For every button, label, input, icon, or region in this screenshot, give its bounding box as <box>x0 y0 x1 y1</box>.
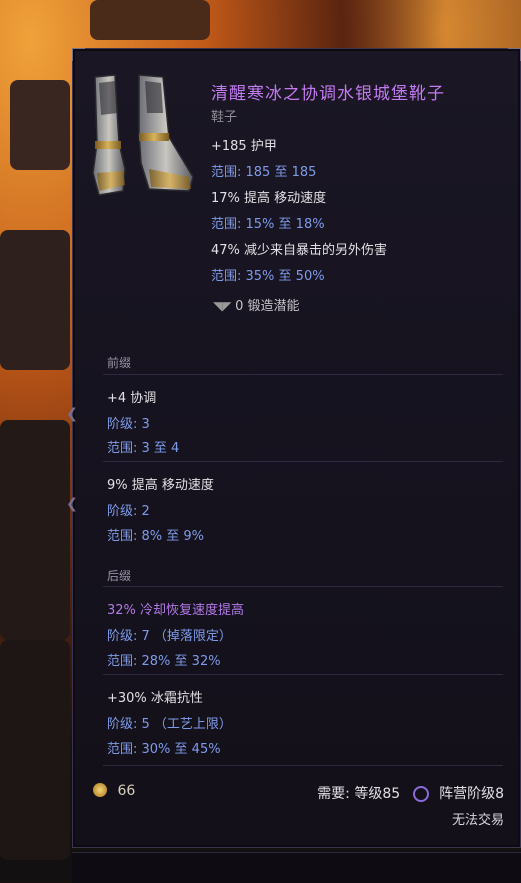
divider <box>103 674 503 675</box>
prefix-affix-name: +4 协调 <box>107 391 157 406</box>
prefix-affix-name: 9% 提高 移动速度 <box>107 478 214 493</box>
anvil-icon: ◥◤ <box>213 299 232 313</box>
background-rock <box>0 230 70 370</box>
suffix-affix-tier: 阶级: 7 （掉落限定） <box>107 629 232 644</box>
level-requirement: 需要: 等级85 <box>317 786 401 802</box>
item-name: 清醒寒冰之协调水银城堡靴子 <box>211 84 445 104</box>
background-rock <box>0 420 70 640</box>
prefix-affix-tier: 阶级: 2 <box>107 504 150 519</box>
panel-corner <box>72 48 85 61</box>
trade-status: 无法交易 <box>451 813 504 828</box>
panel-corner <box>508 48 521 61</box>
background-rock <box>10 80 70 170</box>
suffix-affix-name: +30% 冰霜抗性 <box>107 691 203 706</box>
background-rock <box>90 0 210 40</box>
implicit-stat: 47% 减少来自暴击的另外伤害 <box>211 243 388 258</box>
background-rock <box>0 640 70 860</box>
side-ornament-icon: ❮ <box>66 496 78 512</box>
divider <box>103 586 503 587</box>
requirements: 需要: 等级85 阵营阶级8 <box>317 783 504 803</box>
implicit-stat: +185 护甲 <box>211 139 277 154</box>
implicit-range: 范围: 35% 至 50% <box>211 269 325 284</box>
implicit-range: 范围: 15% 至 18% <box>211 217 325 232</box>
prefix-section-label: 前缀 <box>107 356 132 370</box>
implicit-stat: 17% 提高 移动速度 <box>211 191 327 206</box>
faction-rank: 阵营阶级8 <box>439 786 504 802</box>
divider <box>103 461 503 462</box>
forge-potential-label: 0 锻造潜能 <box>235 299 300 314</box>
gold-coin-icon <box>93 783 107 797</box>
divider <box>103 765 503 766</box>
item-type: 鞋子 <box>211 110 238 125</box>
suffix-affix-name: 32% 冷却恢复速度提高 <box>107 603 245 618</box>
gold-value-label: 66 <box>117 783 136 799</box>
suffix-affix-range: 范围: 30% 至 45% <box>107 742 221 757</box>
suffix-affix-range: 范围: 28% 至 32% <box>107 654 221 669</box>
prefix-affix-range: 范围: 3 至 4 <box>107 441 180 456</box>
faction-icon <box>412 786 429 802</box>
divider <box>103 374 503 375</box>
gold-value: 66 <box>93 783 135 799</box>
side-ornament-icon: ❮ <box>66 406 78 422</box>
prefix-affix-range: 范围: 8% 至 9% <box>107 529 205 544</box>
bottom-action-bar <box>72 852 521 883</box>
suffix-section-label: 后缀 <box>107 569 132 583</box>
implicit-range: 范围: 185 至 185 <box>211 165 317 180</box>
prefix-affix-tier: 阶级: 3 <box>107 417 150 432</box>
boots-item-icon <box>92 74 194 196</box>
item-tooltip-panel: ❮ ❮ 清醒寒冰之协调水银城堡靴子 鞋子 +185 护甲 范围: 185 至 1… <box>66 48 521 848</box>
suffix-affix-tier: 阶级: 5 （工艺上限） <box>107 717 232 732</box>
forge-potential: ◥◤ 0 锻造潜能 <box>213 295 300 314</box>
